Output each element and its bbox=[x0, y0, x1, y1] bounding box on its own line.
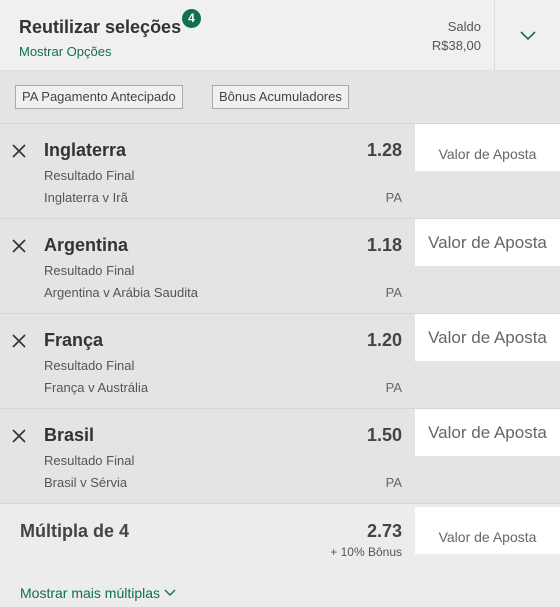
balance-value: R$38,00 bbox=[431, 38, 481, 53]
selection-count-badge: 4 bbox=[182, 9, 201, 28]
chevron-down-icon bbox=[519, 30, 536, 40]
stake-input[interactable] bbox=[415, 409, 560, 456]
close-icon[interactable] bbox=[10, 237, 28, 255]
selection-odds: 1.20 bbox=[366, 330, 402, 350]
selection-market: Resultado Final bbox=[44, 168, 135, 183]
balance-label: Saldo bbox=[447, 19, 481, 34]
selection-name: Argentina bbox=[44, 235, 129, 255]
bet-tags-bar: PA Pagamento Antecipado Bônus Acumulador… bbox=[0, 71, 560, 124]
stake-input[interactable] bbox=[415, 124, 560, 171]
selection-row: Inglaterra 1.28 Resultado Final Inglater… bbox=[0, 124, 560, 219]
selection-event: França v Austrália bbox=[44, 380, 149, 395]
selection-row: Argentina 1.18 Resultado Final Argentina… bbox=[0, 219, 560, 314]
expand-betslip-button[interactable] bbox=[495, 0, 560, 71]
selection-name: Inglaterra bbox=[44, 140, 127, 160]
betslip-title: Reutilizar seleções bbox=[19, 17, 182, 37]
close-icon[interactable] bbox=[10, 427, 28, 445]
selection-market: Resultado Final bbox=[44, 453, 135, 468]
selection-event: Inglaterra v Irã bbox=[44, 190, 128, 205]
close-icon[interactable] bbox=[10, 332, 28, 350]
show-options-link[interactable]: Mostrar Opções bbox=[19, 44, 111, 59]
selection-odds: 1.50 bbox=[366, 425, 402, 445]
selection-row: Brasil 1.50 Resultado Final Brasil v Sér… bbox=[0, 409, 560, 504]
multiple-bet-bonus: + 10% Bônus bbox=[330, 545, 402, 559]
multiple-bet-section: Múltipla de 4 2.73 + 10% Bônus Mostrar m… bbox=[0, 504, 560, 607]
selection-odds: 1.28 bbox=[366, 140, 402, 160]
early-payout-label: PA bbox=[385, 190, 402, 205]
selection-market: Resultado Final bbox=[44, 263, 135, 278]
multiple-stake-input[interactable] bbox=[415, 507, 560, 554]
selection-name: França bbox=[44, 330, 104, 350]
early-payout-label: PA bbox=[385, 285, 402, 300]
chevron-down-icon bbox=[164, 589, 176, 596]
show-more-multiples-label: Mostrar mais múltiplas bbox=[20, 585, 161, 601]
early-payout-label: PA bbox=[385, 475, 402, 490]
selection-event: Brasil v Sérvia bbox=[44, 475, 128, 490]
selection-market: Resultado Final bbox=[44, 358, 135, 373]
early-payout-label: PA bbox=[385, 380, 402, 395]
multiple-bet-odds: 2.73 bbox=[366, 521, 402, 541]
multiple-bet-name: Múltipla de 4 bbox=[20, 521, 130, 541]
betslip-header: Reutilizar seleções 4 Mostrar Opções Sal… bbox=[0, 0, 560, 71]
accumulator-bonus-tag[interactable]: Bônus Acumuladores bbox=[212, 85, 349, 109]
stake-input[interactable] bbox=[415, 314, 560, 361]
selection-name: Brasil bbox=[44, 425, 95, 445]
early-payout-tag[interactable]: PA Pagamento Antecipado bbox=[15, 85, 183, 109]
selection-odds: 1.18 bbox=[366, 235, 402, 255]
stake-input[interactable] bbox=[415, 219, 560, 266]
close-icon[interactable] bbox=[10, 142, 28, 160]
show-more-multiples-link[interactable]: Mostrar mais múltiplas bbox=[20, 585, 176, 601]
selection-event: Argentina v Arábia Saudita bbox=[44, 285, 198, 300]
selection-row: França 1.20 Resultado Final França v Aus… bbox=[0, 314, 560, 409]
